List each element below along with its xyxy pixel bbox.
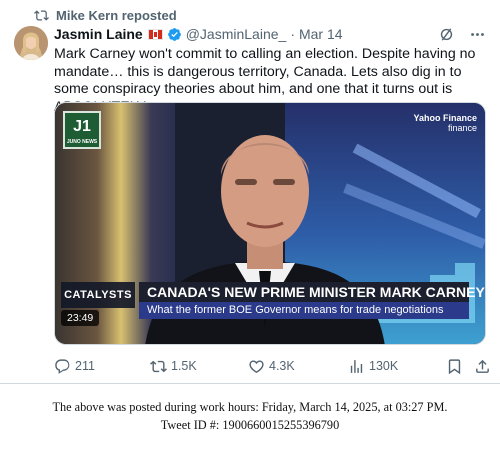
repost-button[interactable]: 1.5K — [150, 358, 197, 375]
avatar[interactable] — [14, 26, 48, 60]
share-button[interactable] — [474, 358, 495, 375]
juno-news-logo: J1 JUNO NEWS — [63, 111, 101, 149]
segment-label: CATALYSTS — [61, 282, 135, 308]
news-headline: CANADA'S NEW PRIME MINISTER MARK CARNEY — [139, 282, 485, 302]
analytics-icon — [350, 359, 363, 373]
separator-dot: · — [290, 26, 295, 42]
tweet-header: Jasmin Laine @JasminLaine_ · Mar 14 — [54, 25, 486, 43]
bookmark-icon — [448, 358, 461, 374]
video-player[interactable]: J1 JUNO NEWS Yahoo Finance finance CATAL… — [54, 102, 486, 345]
canada-flag-icon — [147, 28, 163, 40]
repost-icon — [34, 9, 49, 21]
reply-count: 211 — [75, 359, 95, 373]
repost-indicator[interactable]: Mike Kern reposted — [34, 7, 177, 23]
posted-time-caption: The above was posted during work hours: … — [52, 400, 448, 414]
video-duration: 23:49 — [61, 310, 100, 326]
partner-logo-subtext: finance — [447, 123, 477, 133]
verified-badge-icon[interactable] — [167, 27, 182, 42]
caption-footer: The above was posted during work hours: … — [0, 398, 500, 434]
view-count: 130K — [369, 359, 399, 373]
header-actions — [438, 26, 486, 43]
bookmark-button[interactable] — [446, 358, 467, 375]
tweet-card[interactable]: Mike Kern reposted Jasmin Laine @JasminL… — [0, 0, 500, 384]
author-handle[interactable]: @JasminLaine_ — [186, 26, 287, 42]
grok-icon[interactable] — [438, 26, 455, 43]
yahoo-finance-logo: Yahoo Finance finance — [413, 113, 477, 133]
heart-icon — [249, 359, 264, 373]
author-name[interactable]: Jasmin Laine — [54, 26, 143, 42]
reply-button[interactable]: 211 — [54, 358, 95, 375]
channel-logo-subtext: JUNO NEWS — [66, 139, 98, 145]
repost-icon — [150, 360, 167, 372]
channel-logo-text: J1 — [73, 118, 91, 135]
like-count: 4.3K — [269, 359, 295, 373]
news-subheadline: What the former BOE Governor means for t… — [139, 302, 469, 319]
more-options-icon[interactable] — [469, 26, 486, 43]
views-button[interactable]: 130K — [348, 358, 398, 375]
share-icon — [476, 359, 489, 373]
partner-logo-text: Yahoo Finance — [413, 113, 477, 123]
like-button[interactable]: 4.3K — [248, 358, 295, 375]
tweet-actions: 211 1.5K 4.3K 130K — [54, 357, 489, 375]
repost-text: Mike Kern reposted — [56, 7, 177, 23]
repost-count: 1.5K — [171, 359, 197, 373]
tweet-id-caption: Tweet ID #: 1900660015255396790 — [160, 418, 340, 432]
reply-icon — [55, 358, 70, 374]
lower-third-banner: CATALYSTS 23:49 CANADA'S NEW PRIME MINIS… — [55, 278, 485, 338]
tweet-timestamp[interactable]: Mar 14 — [299, 26, 343, 42]
